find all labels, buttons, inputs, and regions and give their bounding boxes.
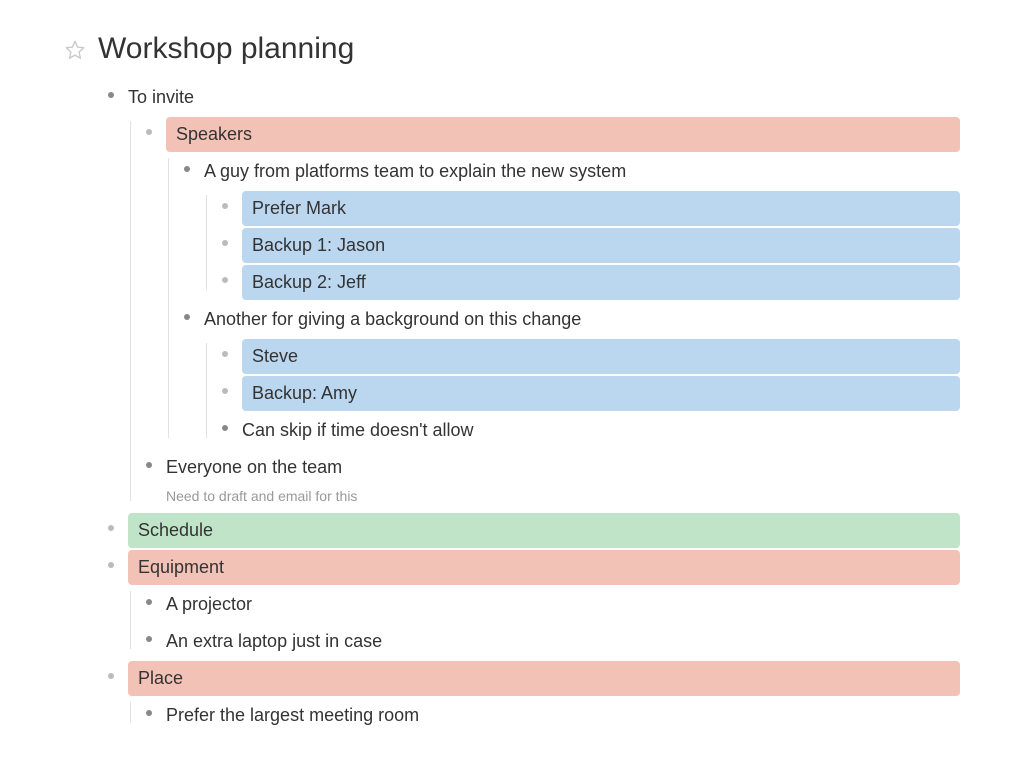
children-list: Prefer the largest meeting room bbox=[128, 698, 960, 733]
bullet-icon bbox=[108, 673, 114, 679]
bullet-icon bbox=[108, 92, 114, 98]
item-note[interactable]: Need to draft and email for this bbox=[166, 487, 960, 511]
children-list: Speakers A guy from platforms team to ex… bbox=[128, 117, 960, 511]
bullet-icon bbox=[222, 388, 228, 394]
star-icon[interactable] bbox=[64, 39, 86, 61]
item-text[interactable]: A guy from platforms team to explain the… bbox=[204, 154, 960, 189]
outline-item[interactable]: Can skip if time doesn't allow bbox=[214, 413, 960, 448]
item-text[interactable]: Everyone on the team bbox=[166, 450, 960, 485]
item-text[interactable]: A projector bbox=[166, 587, 960, 622]
item-text[interactable]: Prefer Mark bbox=[242, 191, 960, 226]
item-text[interactable]: Equipment bbox=[128, 550, 960, 585]
bullet-icon bbox=[222, 203, 228, 209]
children-list: A projector An extra laptop just in case bbox=[128, 587, 960, 659]
outline-item[interactable]: Everyone on the team Need to draft and e… bbox=[138, 450, 960, 511]
bullet-icon bbox=[184, 314, 190, 320]
item-text[interactable]: Steve bbox=[242, 339, 960, 374]
item-text[interactable]: Place bbox=[128, 661, 960, 696]
item-text[interactable]: Backup 2: Jeff bbox=[242, 265, 960, 300]
outline-item[interactable]: A projector bbox=[138, 587, 960, 622]
outline-item[interactable]: Backup 2: Jeff bbox=[214, 265, 960, 300]
outline-item[interactable]: Another for giving a background on this … bbox=[176, 302, 960, 448]
item-text[interactable]: Another for giving a background on this … bbox=[204, 302, 960, 337]
title-row: Workshop planning bbox=[64, 32, 960, 66]
outline-item[interactable]: Speakers A guy from platforms team to ex… bbox=[138, 117, 960, 448]
bullet-icon bbox=[146, 129, 152, 135]
bullet-icon bbox=[108, 562, 114, 568]
page-title[interactable]: Workshop planning bbox=[98, 32, 354, 66]
item-text[interactable]: An extra laptop just in case bbox=[166, 624, 960, 659]
bullet-icon bbox=[146, 636, 152, 642]
item-text[interactable]: Prefer the largest meeting room bbox=[166, 698, 960, 733]
item-text[interactable]: Backup: Amy bbox=[242, 376, 960, 411]
outline-item[interactable]: Backup 1: Jason bbox=[214, 228, 960, 263]
bullet-icon bbox=[146, 599, 152, 605]
bullet-icon bbox=[146, 462, 152, 468]
outline-item[interactable]: Place Prefer the largest meeting room bbox=[100, 661, 960, 733]
outline-root: To invite Speakers A guy from platforms … bbox=[64, 80, 960, 733]
bullet-icon bbox=[222, 277, 228, 283]
item-text[interactable]: Speakers bbox=[166, 117, 960, 152]
children-list: Steve Backup: Amy Can skip if time doesn… bbox=[204, 339, 960, 448]
children-list: A guy from platforms team to explain the… bbox=[166, 154, 960, 448]
outline-item[interactable]: An extra laptop just in case bbox=[138, 624, 960, 659]
bullet-icon bbox=[222, 351, 228, 357]
item-text[interactable]: To invite bbox=[128, 80, 960, 115]
bullet-icon bbox=[222, 425, 228, 431]
outline-item[interactable]: Equipment A projector An extra laptop ju… bbox=[100, 550, 960, 659]
outline-item[interactable]: To invite Speakers A guy from platforms … bbox=[100, 80, 960, 511]
children-list: Prefer Mark Backup 1: Jason Backup 2: Je… bbox=[204, 191, 960, 300]
outline-item[interactable]: Backup: Amy bbox=[214, 376, 960, 411]
outline-item[interactable]: Prefer Mark bbox=[214, 191, 960, 226]
bullet-icon bbox=[184, 166, 190, 172]
outline-item[interactable]: Prefer the largest meeting room bbox=[138, 698, 960, 733]
outline-item[interactable]: A guy from platforms team to explain the… bbox=[176, 154, 960, 300]
outline-item[interactable]: Steve bbox=[214, 339, 960, 374]
outline-item[interactable]: Schedule bbox=[100, 513, 960, 548]
item-text[interactable]: Can skip if time doesn't allow bbox=[242, 413, 960, 448]
item-text[interactable]: Backup 1: Jason bbox=[242, 228, 960, 263]
bullet-icon bbox=[222, 240, 228, 246]
bullet-icon bbox=[108, 525, 114, 531]
item-text[interactable]: Schedule bbox=[128, 513, 960, 548]
bullet-icon bbox=[146, 710, 152, 716]
